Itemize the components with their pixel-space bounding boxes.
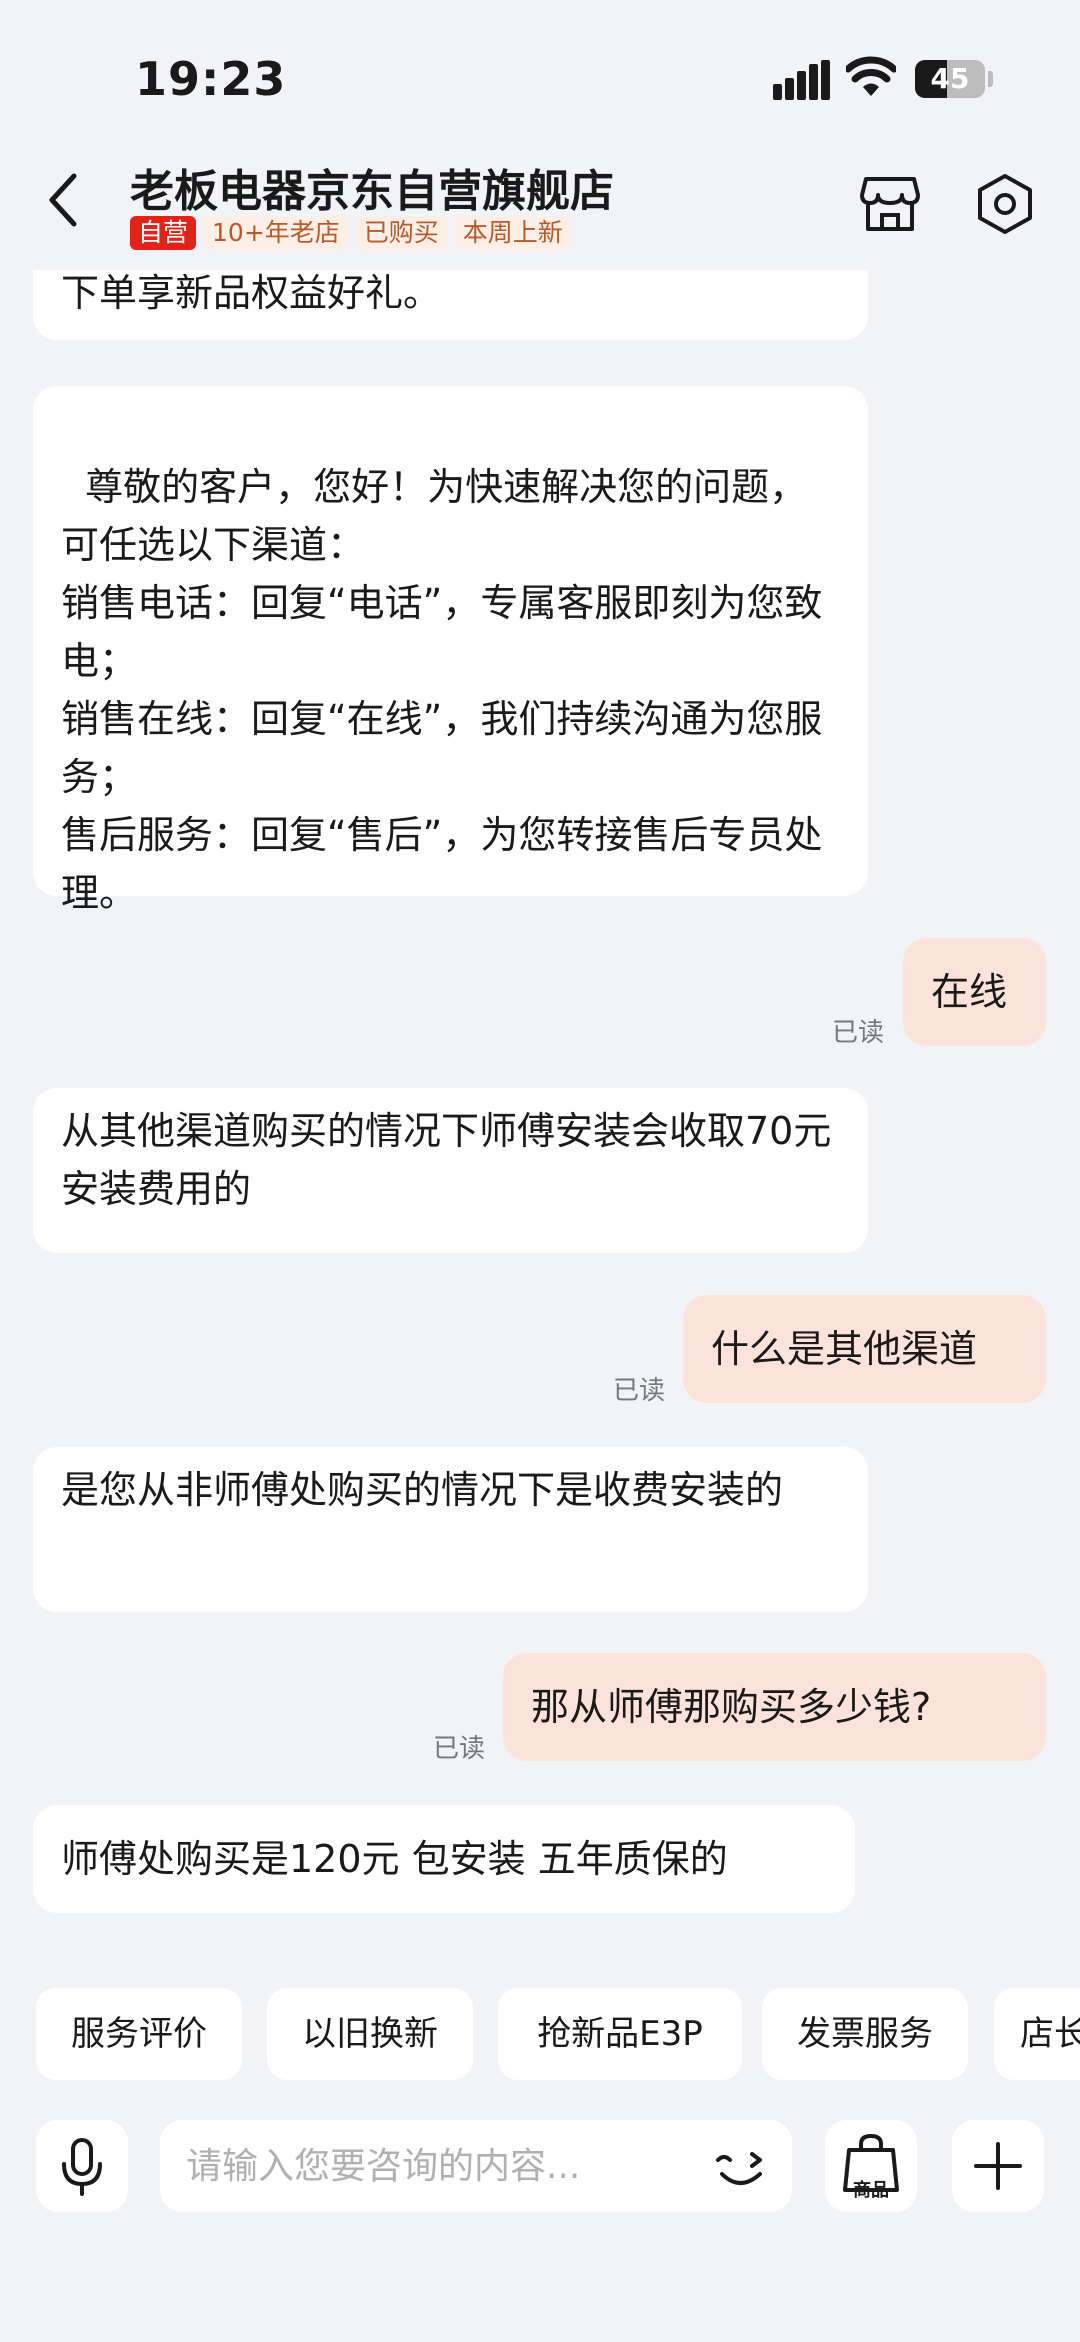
store-icon[interactable] bbox=[860, 175, 920, 233]
message-text: 师傅处购买是120元 包安装 五年质保的 bbox=[61, 1837, 728, 1881]
message-input[interactable] bbox=[186, 2120, 686, 2212]
message-text: 是您从非师傅处购买的情况下是收费安装的 bbox=[61, 1468, 784, 1512]
battery-icon: 45 bbox=[915, 60, 985, 98]
tag-new-this-week: 本周上新 bbox=[454, 216, 571, 250]
message-text: 在线 bbox=[931, 970, 1008, 1014]
battery-cap bbox=[988, 71, 993, 87]
cellular-signal-icon bbox=[773, 60, 830, 100]
message-incoming: 从其他渠道购买的情况下师傅安装会收取70元安装费用的 bbox=[33, 1088, 868, 1253]
status-bar: 19:23 45 bbox=[0, 0, 1080, 130]
read-receipt: 已读 bbox=[832, 1018, 885, 1048]
voice-button[interactable] bbox=[36, 2120, 128, 2212]
back-icon[interactable] bbox=[44, 170, 84, 230]
chip-invoice-service[interactable]: 发票服务 bbox=[762, 1988, 968, 2080]
message-incoming: 师傅处购买是120元 包安装 五年质保的 bbox=[33, 1805, 855, 1913]
settings-icon[interactable] bbox=[975, 173, 1035, 235]
shop-title[interactable]: 老板电器京东自营旗舰店 bbox=[130, 155, 614, 219]
message-text: 下单享新品权益好礼。 bbox=[61, 271, 442, 315]
chip-new-product[interactable]: 抢新品E3P bbox=[498, 1988, 742, 2080]
message-outgoing: 在线 bbox=[903, 938, 1046, 1046]
message-text: 从其他渠道购买的情况下师傅安装会收取70元安装费用的 bbox=[61, 1109, 832, 1211]
plus-icon bbox=[974, 2142, 1022, 2190]
read-receipt: 已读 bbox=[613, 1376, 666, 1406]
microphone-icon bbox=[62, 2138, 102, 2196]
emoji-icon[interactable] bbox=[712, 2136, 772, 2196]
input-bar: 商品 bbox=[0, 2110, 1080, 2230]
message-incoming: 是您从非师傅处购买的情况下是收费安装的 bbox=[33, 1447, 868, 1612]
battery-percent: 45 bbox=[930, 62, 970, 95]
message-incoming: 尊敬的客户，您好！为快速解决您的问题，可任选以下渠道： 销售电话：回复“电话”，… bbox=[33, 386, 868, 915]
message-text: 尊敬的客户，您好！为快速解决您的问题，可任选以下渠道： 销售电话：回复“电话”，… bbox=[61, 465, 823, 915]
tag-self-operated: 自营 bbox=[130, 216, 197, 250]
goods-label: 商品 bbox=[853, 2180, 889, 2201]
message-outgoing: 什么是其他渠道 bbox=[683, 1295, 1046, 1403]
message-outgoing: 那从师傅那购买多少钱? bbox=[503, 1653, 1046, 1761]
more-button[interactable] bbox=[952, 2120, 1044, 2212]
goods-button[interactable]: 商品 bbox=[825, 2120, 917, 2212]
wifi-icon bbox=[846, 56, 896, 96]
status-time: 19:23 bbox=[135, 52, 287, 106]
message-text: 那从师傅那购买多少钱? bbox=[531, 1685, 932, 1729]
chip-service-rating[interactable]: 服务评价 bbox=[36, 1988, 242, 2080]
quick-action-bar: 服务评价 以旧换新 抢新品E3P 发票服务 店长 bbox=[36, 1988, 1080, 2080]
message-text: 什么是其他渠道 bbox=[711, 1327, 978, 1371]
chat-header: 老板电器京东自营旗舰店 自营 10+年老店 已购买 本周上新 bbox=[0, 130, 1080, 270]
message-input-box bbox=[160, 2120, 792, 2212]
shop-tags: 自营 10+年老店 已购买 本周上新 bbox=[130, 215, 571, 251]
chip-trade-in[interactable]: 以旧换新 bbox=[267, 1988, 473, 2080]
read-receipt: 已读 bbox=[433, 1734, 486, 1764]
chip-store-manager[interactable]: 店长 bbox=[994, 1988, 1080, 2080]
tag-store-age: 10+年老店 bbox=[204, 216, 348, 250]
tag-purchased: 已购买 bbox=[355, 216, 447, 250]
